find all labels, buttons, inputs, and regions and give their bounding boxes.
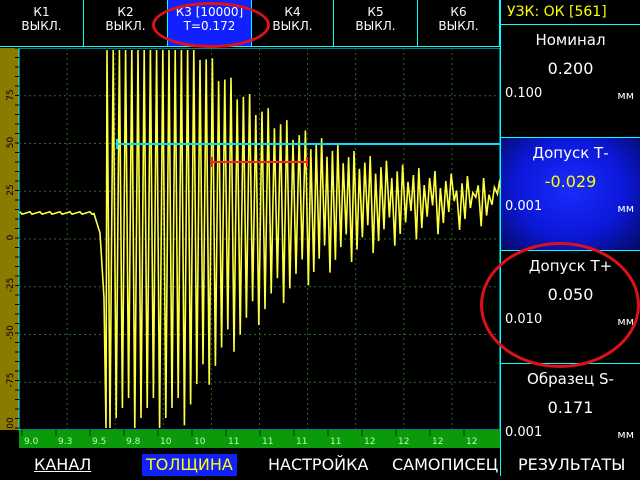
- menu-settings[interactable]: НАСТРОЙКА: [268, 454, 368, 476]
- param-step: 0.001: [505, 425, 543, 440]
- channel-tab-2[interactable]: К2 ВЫКЛ.: [84, 0, 168, 47]
- x-tick-label: 9.3: [58, 437, 72, 447]
- x-tick-label: 12: [432, 437, 443, 447]
- param-step: 0.100: [505, 86, 543, 101]
- y-tick-label: -50: [6, 325, 16, 340]
- x-tick-label: 9.8: [126, 437, 141, 447]
- channel-state: T=0.172: [183, 19, 236, 33]
- x-tick-label: 9.5: [92, 437, 106, 447]
- menu-results[interactable]: РЕЗУЛЬТАТЫ: [518, 454, 625, 476]
- param-unit: мм: [617, 89, 634, 102]
- param-tolerance-minus[interactable]: Допуск Т- -0.029 0.001 мм: [500, 138, 640, 251]
- x-tick-label: 12: [466, 437, 477, 447]
- menu-thickness[interactable]: ТОЛЩИНА: [142, 454, 237, 476]
- x-tick-label: 10: [160, 437, 172, 447]
- channel-state: ВЫКЛ.: [105, 19, 146, 33]
- menu-channel[interactable]: КАНАЛ: [34, 454, 91, 476]
- channel-state: ВЫКЛ.: [355, 19, 396, 33]
- channel-tabs: К1 ВЫКЛ. К2 ВЫКЛ. К3 [10000] T=0.172 К4 …: [0, 0, 500, 48]
- param-unit: мм: [617, 428, 634, 441]
- channel-tab-3[interactable]: К3 [10000] T=0.172: [168, 0, 252, 47]
- channel-name: К3 [10000]: [175, 5, 244, 19]
- param-title: Образец S-: [527, 370, 614, 388]
- y-tick-label: 0: [6, 234, 16, 240]
- x-tick-label: 12: [398, 437, 409, 447]
- param-step: 0.001: [505, 199, 543, 214]
- channel-name: К6: [450, 5, 467, 19]
- channel-name: К4: [284, 5, 301, 19]
- x-tick-label: 9.0: [24, 437, 39, 447]
- param-value: 0.171: [547, 398, 594, 417]
- param-title: Допуск Т+: [528, 257, 613, 275]
- status-indicator: УЗК: ОК [561]: [500, 0, 640, 25]
- channel-tab-6[interactable]: К6 ВЫКЛ.: [418, 0, 500, 47]
- bottom-menu: КАНАЛ ТОЛЩИНА НАСТРОЙКА САМОПИСЕЦ РЕЗУЛЬ…: [0, 448, 640, 480]
- x-tick-label: 11: [228, 437, 239, 447]
- param-title: Номинал: [535, 31, 606, 49]
- channel-name: К1: [33, 5, 50, 19]
- channel-name: К5: [367, 5, 384, 19]
- y-tick-label: 50: [6, 137, 16, 149]
- x-tick-label: 10: [194, 437, 206, 447]
- param-unit: мм: [617, 315, 634, 328]
- param-value: 0.050: [547, 285, 594, 304]
- y-tick-label: 25: [6, 184, 16, 195]
- param-title: Допуск Т-: [532, 144, 609, 162]
- param-tolerance-plus[interactable]: Допуск Т+ 0.050 0.010 мм: [500, 251, 640, 364]
- y-tick-label: -25: [6, 278, 16, 293]
- param-value: -0.029: [544, 172, 597, 191]
- x-tick-label: 11: [262, 437, 273, 447]
- param-value: 0.200: [547, 59, 594, 78]
- y-tick-label: -75: [6, 373, 16, 388]
- channel-state: ВЫКЛ.: [438, 19, 479, 33]
- menu-recorder[interactable]: САМОПИСЕЦ: [392, 454, 498, 476]
- channel-name: К2: [117, 5, 134, 19]
- param-unit: мм: [617, 202, 634, 215]
- channel-state: ВЫКЛ.: [21, 19, 62, 33]
- channel-tab-5[interactable]: К5 ВЫКЛ.: [334, 0, 418, 47]
- x-tick-label: 11: [296, 437, 307, 447]
- param-step: 0.010: [505, 312, 543, 327]
- x-tick-label: 11: [330, 437, 341, 447]
- param-nominal[interactable]: Номинал 0.200 0.100 мм: [500, 25, 640, 138]
- ascan-display[interactable]: 75 50 25 0 -25 -50 -75 -100 9.0 9.3 9.5 9.8 10 10 11 1…: [0, 48, 500, 448]
- channel-state: ВЫКЛ.: [272, 19, 313, 33]
- channel-tab-1[interactable]: К1 ВЫКЛ.: [0, 0, 84, 47]
- x-tick-label: 12: [364, 437, 375, 447]
- channel-tab-4[interactable]: К4 ВЫКЛ.: [252, 0, 334, 47]
- y-tick-label: -100: [6, 417, 16, 438]
- y-tick-label: 75: [6, 89, 16, 100]
